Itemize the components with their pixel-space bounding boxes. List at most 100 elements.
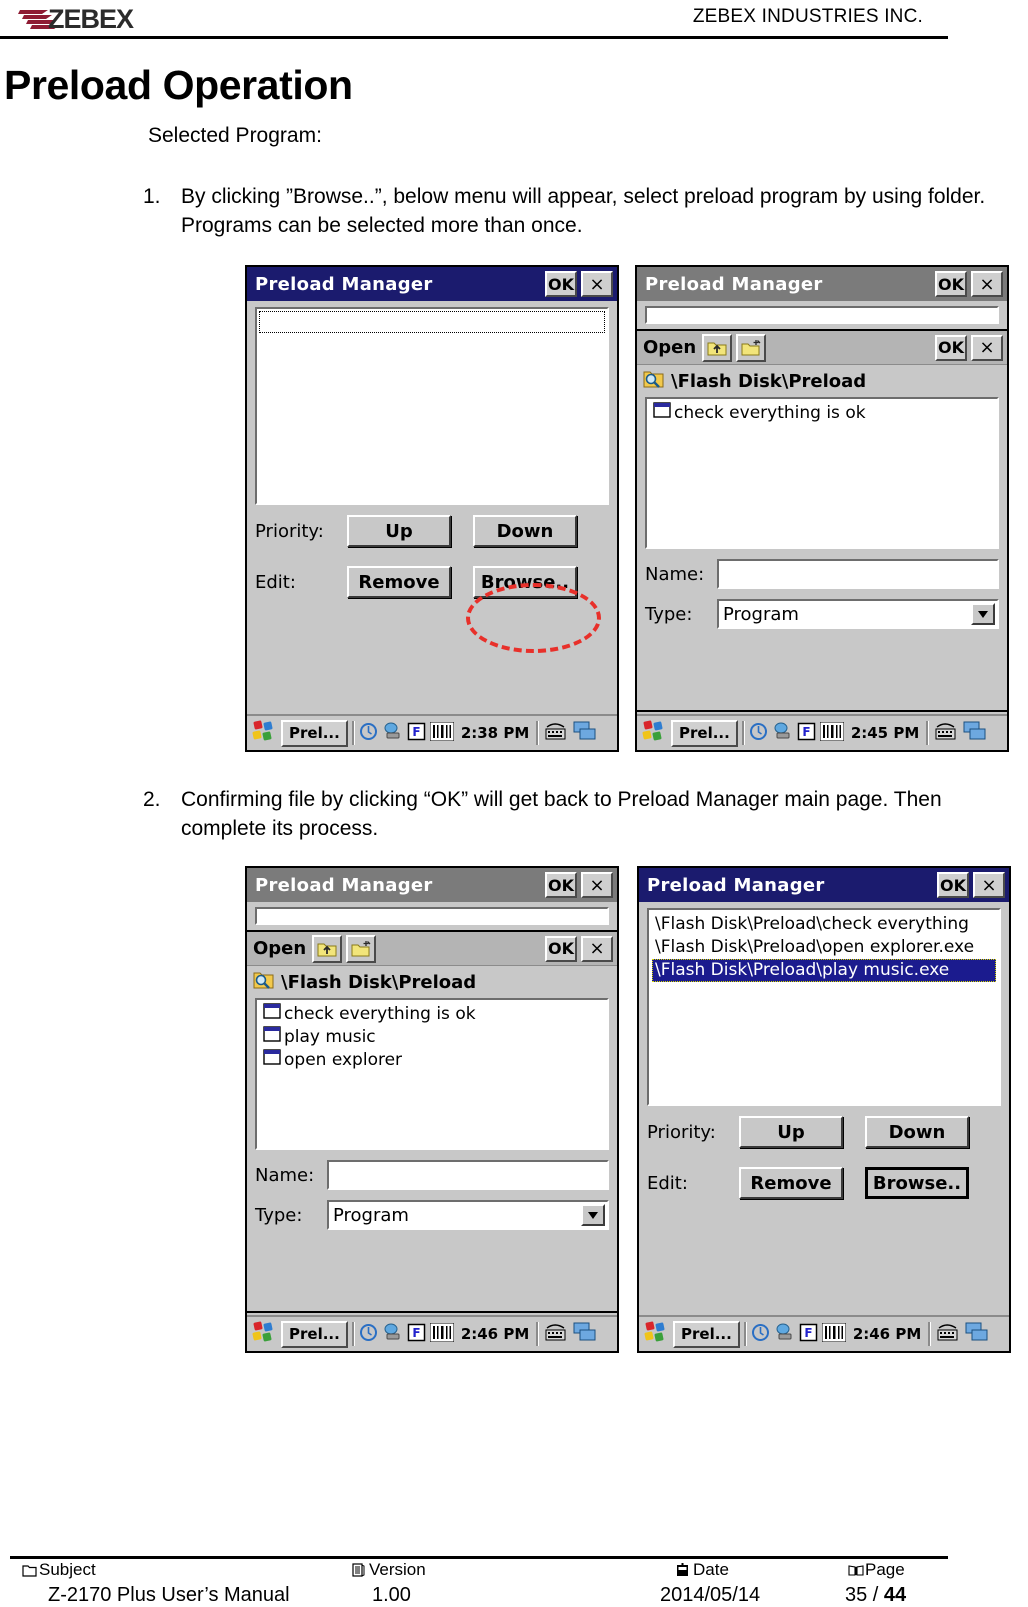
titlebar-ok-button[interactable]: OK (935, 271, 967, 297)
down-button[interactable]: Down (865, 1116, 969, 1148)
priority-row: Priority: Up Down (647, 1116, 1001, 1148)
preload-list-partial[interactable] (645, 306, 999, 324)
browse-button[interactable]: Browse.. (865, 1167, 969, 1199)
new-folder-icon[interactable] (736, 333, 767, 362)
name-input[interactable] (327, 1160, 609, 1190)
chevron-down-icon[interactable] (581, 1204, 605, 1226)
network-tray-icon[interactable] (382, 722, 403, 745)
footer-version-value: 1.00 (372, 1584, 411, 1606)
open-dialog-close-button[interactable]: × (581, 935, 613, 962)
edit-row: Edit: Remove Browse.. (255, 566, 609, 598)
window-title: Preload Manager (255, 874, 433, 896)
clock-tray-icon[interactable] (359, 1323, 378, 1346)
open-dialog-ok-button[interactable]: OK (935, 334, 967, 361)
clock-tray-icon[interactable] (749, 722, 768, 745)
file-list[interactable]: check everything is ok play music open e… (255, 998, 609, 1150)
up-one-level-icon[interactable] (312, 934, 343, 963)
taskbar-separator (743, 1322, 747, 1346)
taskbar-task-button[interactable]: Prel... (671, 719, 738, 747)
list-item[interactable]: play music (260, 1026, 604, 1049)
browse-button[interactable]: Browse.. (473, 566, 577, 598)
name-label: Name: (645, 563, 705, 585)
titlebar: Preload Manager OK × (639, 868, 1009, 902)
svg-text:F: F (804, 1326, 812, 1340)
up-one-level-icon[interactable] (702, 333, 733, 362)
edit-label: Edit: (255, 571, 296, 593)
down-button[interactable]: Down (473, 515, 577, 547)
input-method-icon[interactable]: F (797, 722, 816, 745)
barcode-tray-icon[interactable] (429, 721, 455, 745)
titlebar-ok-button[interactable]: OK (545, 271, 577, 297)
screenshot-preload-manager-filled: Preload Manager OK × \Flash Disk\Preload… (637, 866, 1011, 1353)
keyboard-icon[interactable] (543, 720, 568, 746)
dialog-fields: Name: Type: Program (637, 559, 1007, 629)
titlebar-close-button[interactable]: × (971, 271, 1003, 297)
window-switch-icon[interactable] (572, 720, 598, 746)
clock-tray-icon[interactable] (751, 1323, 770, 1346)
list-item[interactable]: \Flash Disk\Preload\check everything (652, 913, 996, 936)
name-input[interactable] (717, 559, 999, 589)
keyboard-icon[interactable] (933, 720, 958, 746)
type-select[interactable]: Program (327, 1200, 609, 1230)
titlebar-close-button[interactable]: × (581, 872, 613, 898)
list-item-selected[interactable]: \Flash Disk\Preload\play music.exe (652, 959, 996, 982)
current-path: \Flash Disk\Preload (671, 370, 867, 392)
start-button-icon[interactable] (641, 719, 667, 747)
preload-list-partial[interactable] (255, 907, 609, 925)
remove-button[interactable]: Remove (739, 1167, 843, 1199)
remove-button[interactable]: Remove (347, 566, 451, 598)
network-tray-icon[interactable] (382, 1323, 403, 1346)
keyboard-icon[interactable] (935, 1321, 960, 1347)
up-button[interactable]: Up (739, 1116, 843, 1148)
taskbar-task-button[interactable]: Prel... (673, 1320, 740, 1348)
window-switch-icon[interactable] (962, 720, 988, 746)
type-row: Type: Program (645, 599, 999, 629)
window-switch-icon[interactable] (572, 1321, 598, 1347)
network-tray-icon[interactable] (774, 1323, 795, 1346)
start-button-icon[interactable] (251, 1320, 277, 1348)
step-1-number: 1. (143, 185, 161, 208)
list-item[interactable]: \Flash Disk\Preload\open explorer.exe (652, 936, 996, 959)
step-1-text: By clicking ”Browse..”, below menu will … (181, 185, 986, 237)
new-folder-icon[interactable] (346, 934, 377, 963)
preload-list[interactable]: \Flash Disk\Preload\check everything \Fl… (647, 908, 1001, 1106)
name-row: Name: (255, 1160, 609, 1190)
input-method-icon[interactable]: F (407, 1323, 426, 1346)
clock-tray-icon[interactable] (359, 722, 378, 745)
file-list[interactable]: check everything is ok (645, 397, 999, 549)
open-dialog-close-button[interactable]: × (971, 334, 1003, 361)
taskbar-clock: 2:46 PM (460, 1325, 530, 1343)
barcode-tray-icon[interactable] (821, 1322, 847, 1346)
program-file-icon (263, 1049, 281, 1072)
taskbar-separator (351, 1322, 355, 1346)
preload-list[interactable] (255, 307, 609, 505)
current-path-row: \Flash Disk\Preload (247, 966, 617, 998)
window-switch-icon[interactable] (964, 1321, 990, 1347)
taskbar: Prel... F 2:38 PM (247, 714, 617, 750)
taskbar-task-button[interactable]: Prel... (281, 1320, 348, 1348)
list-item[interactable]: check everything is ok (650, 402, 994, 425)
input-method-icon[interactable]: F (799, 1323, 818, 1346)
type-value: Program (723, 603, 799, 625)
list-item[interactable]: check everything is ok (260, 1003, 604, 1026)
taskbar-task-button[interactable]: Prel... (281, 719, 348, 747)
taskbar-separator (351, 721, 355, 745)
titlebar-ok-button[interactable]: OK (545, 872, 577, 898)
window-title: Preload Manager (647, 874, 825, 896)
titlebar-close-button[interactable]: × (973, 872, 1005, 898)
network-tray-icon[interactable] (772, 722, 793, 745)
keyboard-icon[interactable] (543, 1321, 568, 1347)
up-button[interactable]: Up (347, 515, 451, 547)
barcode-tray-icon[interactable] (819, 721, 845, 745)
chevron-down-icon[interactable] (971, 603, 995, 625)
start-button-icon[interactable] (643, 1320, 669, 1348)
start-button-icon[interactable] (251, 719, 277, 747)
current-path: \Flash Disk\Preload (281, 971, 477, 993)
barcode-tray-icon[interactable] (429, 1322, 455, 1346)
input-method-icon[interactable]: F (407, 722, 426, 745)
type-select[interactable]: Program (717, 599, 999, 629)
titlebar-close-button[interactable]: × (581, 271, 613, 297)
titlebar-ok-button[interactable]: OK (937, 872, 969, 898)
list-item[interactable]: open explorer (260, 1049, 604, 1072)
open-dialog-ok-button[interactable]: OK (545, 935, 577, 962)
